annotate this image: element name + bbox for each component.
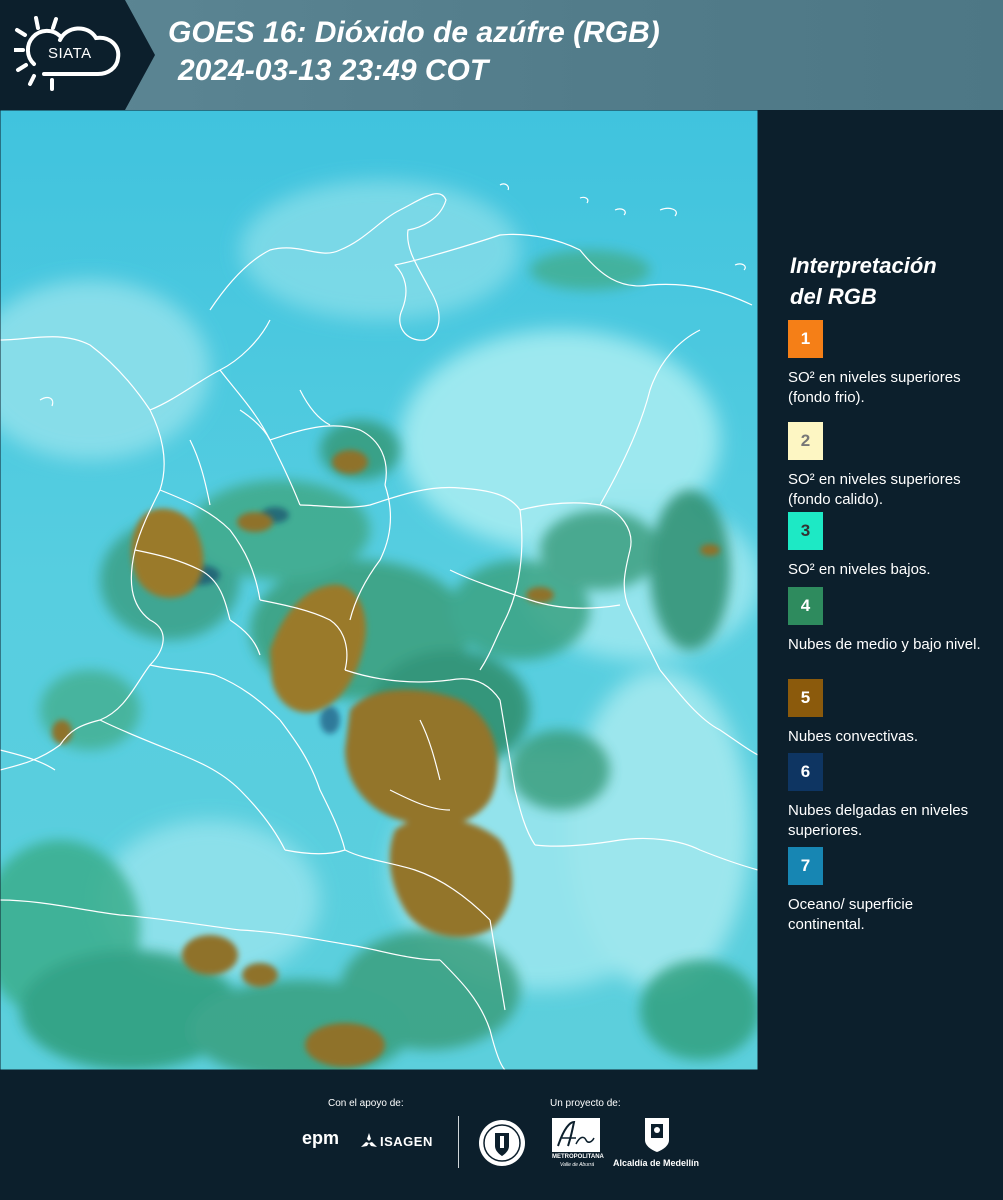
legend-text: SO² en niveles superiores (fondo calido)…	[788, 471, 961, 508]
legend-title-line-1: Interpretación	[790, 253, 937, 278]
legend-panel: Interpretación del RGB 1 SO² en niveles s…	[758, 110, 1003, 1070]
epm-logo[interactable]: epm	[302, 1128, 339, 1149]
satellite-image	[0, 110, 758, 1070]
legend-text: SO² en niveles superiores (fondo frio).	[788, 369, 961, 406]
legend-item: 4 Nubes de medio y bajo nivel.	[788, 587, 988, 655]
support-label: Con el apoyo de:	[328, 1098, 404, 1109]
alcaldia-label: Alcaldía de Medellín	[613, 1158, 700, 1168]
header: SIATA GOES 16: Dióxido de azúfre (RGB) 2…	[0, 0, 1003, 110]
legend-item: 6 Nubes delgadas en niveles superiores.	[788, 753, 988, 841]
legend-text: SO² en niveles bajos.	[788, 561, 931, 578]
legend-text: Nubes de medio y bajo nivel.	[788, 636, 981, 653]
legend-swatch: 2	[788, 422, 823, 460]
legend-swatch: 5	[788, 679, 823, 717]
title-line-1: GOES 16: Dióxido de azúfre (RGB)	[168, 16, 660, 49]
legend-text: Nubes delgadas en niveles superiores.	[788, 802, 969, 839]
legend-swatch: 7	[788, 847, 823, 885]
legend-title-line-2: del RGB	[790, 284, 877, 309]
legend-item: 7 Oceano/ superficie continental.	[788, 847, 988, 935]
siata-logo[interactable]: SIATA	[0, 0, 155, 110]
metropolitana-label: METROPOLITANA	[552, 1154, 604, 1160]
legend-text: Oceano/ superficie continental.	[788, 896, 914, 933]
legend-swatch: 6	[788, 753, 823, 791]
legend-swatch: 4	[788, 587, 823, 625]
legend-item: 5 Nubes convectivas.	[788, 679, 988, 747]
footer-divider	[458, 1116, 459, 1168]
legend-swatch: 3	[788, 512, 823, 550]
alcaldia-shield-icon[interactable]	[643, 1116, 671, 1154]
project-label: Un proyecto de:	[550, 1098, 621, 1109]
isagen-logo[interactable]: ISAGEN	[380, 1134, 433, 1149]
legend-text: Nubes convectivas.	[788, 728, 919, 745]
medellin-seal-icon[interactable]	[477, 1118, 527, 1168]
legend-item: 3 SO² en niveles bajos.	[788, 512, 988, 580]
legend-item: 1 SO² en niveles superiores (fondo frio).	[788, 320, 988, 408]
legend-item: 2 SO² en niveles superiores (fondo calido…	[788, 422, 988, 510]
satellite-map[interactable]	[0, 110, 758, 1070]
valle-label: Valle de Aburrá	[560, 1162, 595, 1168]
area-metropolitana-logo-icon[interactable]	[552, 1118, 600, 1152]
footer: Con el apoyo de: epm ISAGEN Un proyecto …	[0, 1070, 1003, 1200]
legend-swatch: 1	[788, 320, 823, 358]
page-title: GOES 16: Dióxido de azúfre (RGB) 2024-03…	[168, 14, 660, 90]
isagen-icon	[361, 1133, 377, 1147]
legend-title: Interpretación del RGB	[790, 250, 990, 312]
logo-text: SIATA	[48, 45, 92, 62]
title-line-2: 2024-03-13 23:49 COT	[178, 54, 489, 87]
